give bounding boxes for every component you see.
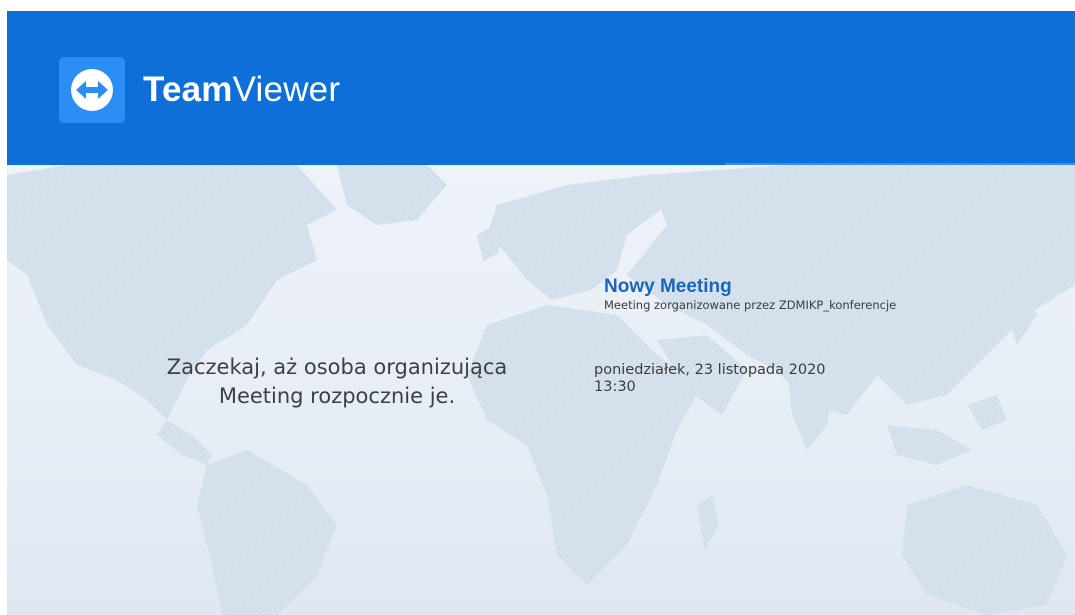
brand-name-bold: Team: [143, 70, 233, 109]
meeting-time: 13:30: [594, 379, 636, 395]
teamviewer-meeting-window: TeamViewer Zaczekaj, aż osoba organizują…: [7, 11, 1075, 615]
meeting-date: poniedziałek, 23 listopada 2020: [594, 362, 826, 378]
meeting-organizer: Meeting zorganizowane przez ZDMIKP_konfe…: [604, 298, 897, 312]
meeting-title: Nowy Meeting: [604, 276, 732, 297]
teamviewer-arrows-icon: [59, 57, 125, 123]
waiting-message: Zaczekaj, aż osoba organizująca Meeting …: [137, 353, 537, 411]
header-bar: TeamViewer: [7, 11, 1075, 165]
teamviewer-logo: TeamViewer: [59, 57, 340, 123]
waiting-message-line-2: Meeting rozpocznie je.: [218, 384, 456, 408]
meeting-content-area: Zaczekaj, aż osoba organizująca Meeting …: [7, 165, 1075, 615]
brand-name-light: Viewer: [232, 70, 341, 109]
waiting-message-line-1: Zaczekaj, aż osoba organizująca: [166, 355, 508, 379]
brand-name: TeamViewer: [143, 70, 340, 110]
